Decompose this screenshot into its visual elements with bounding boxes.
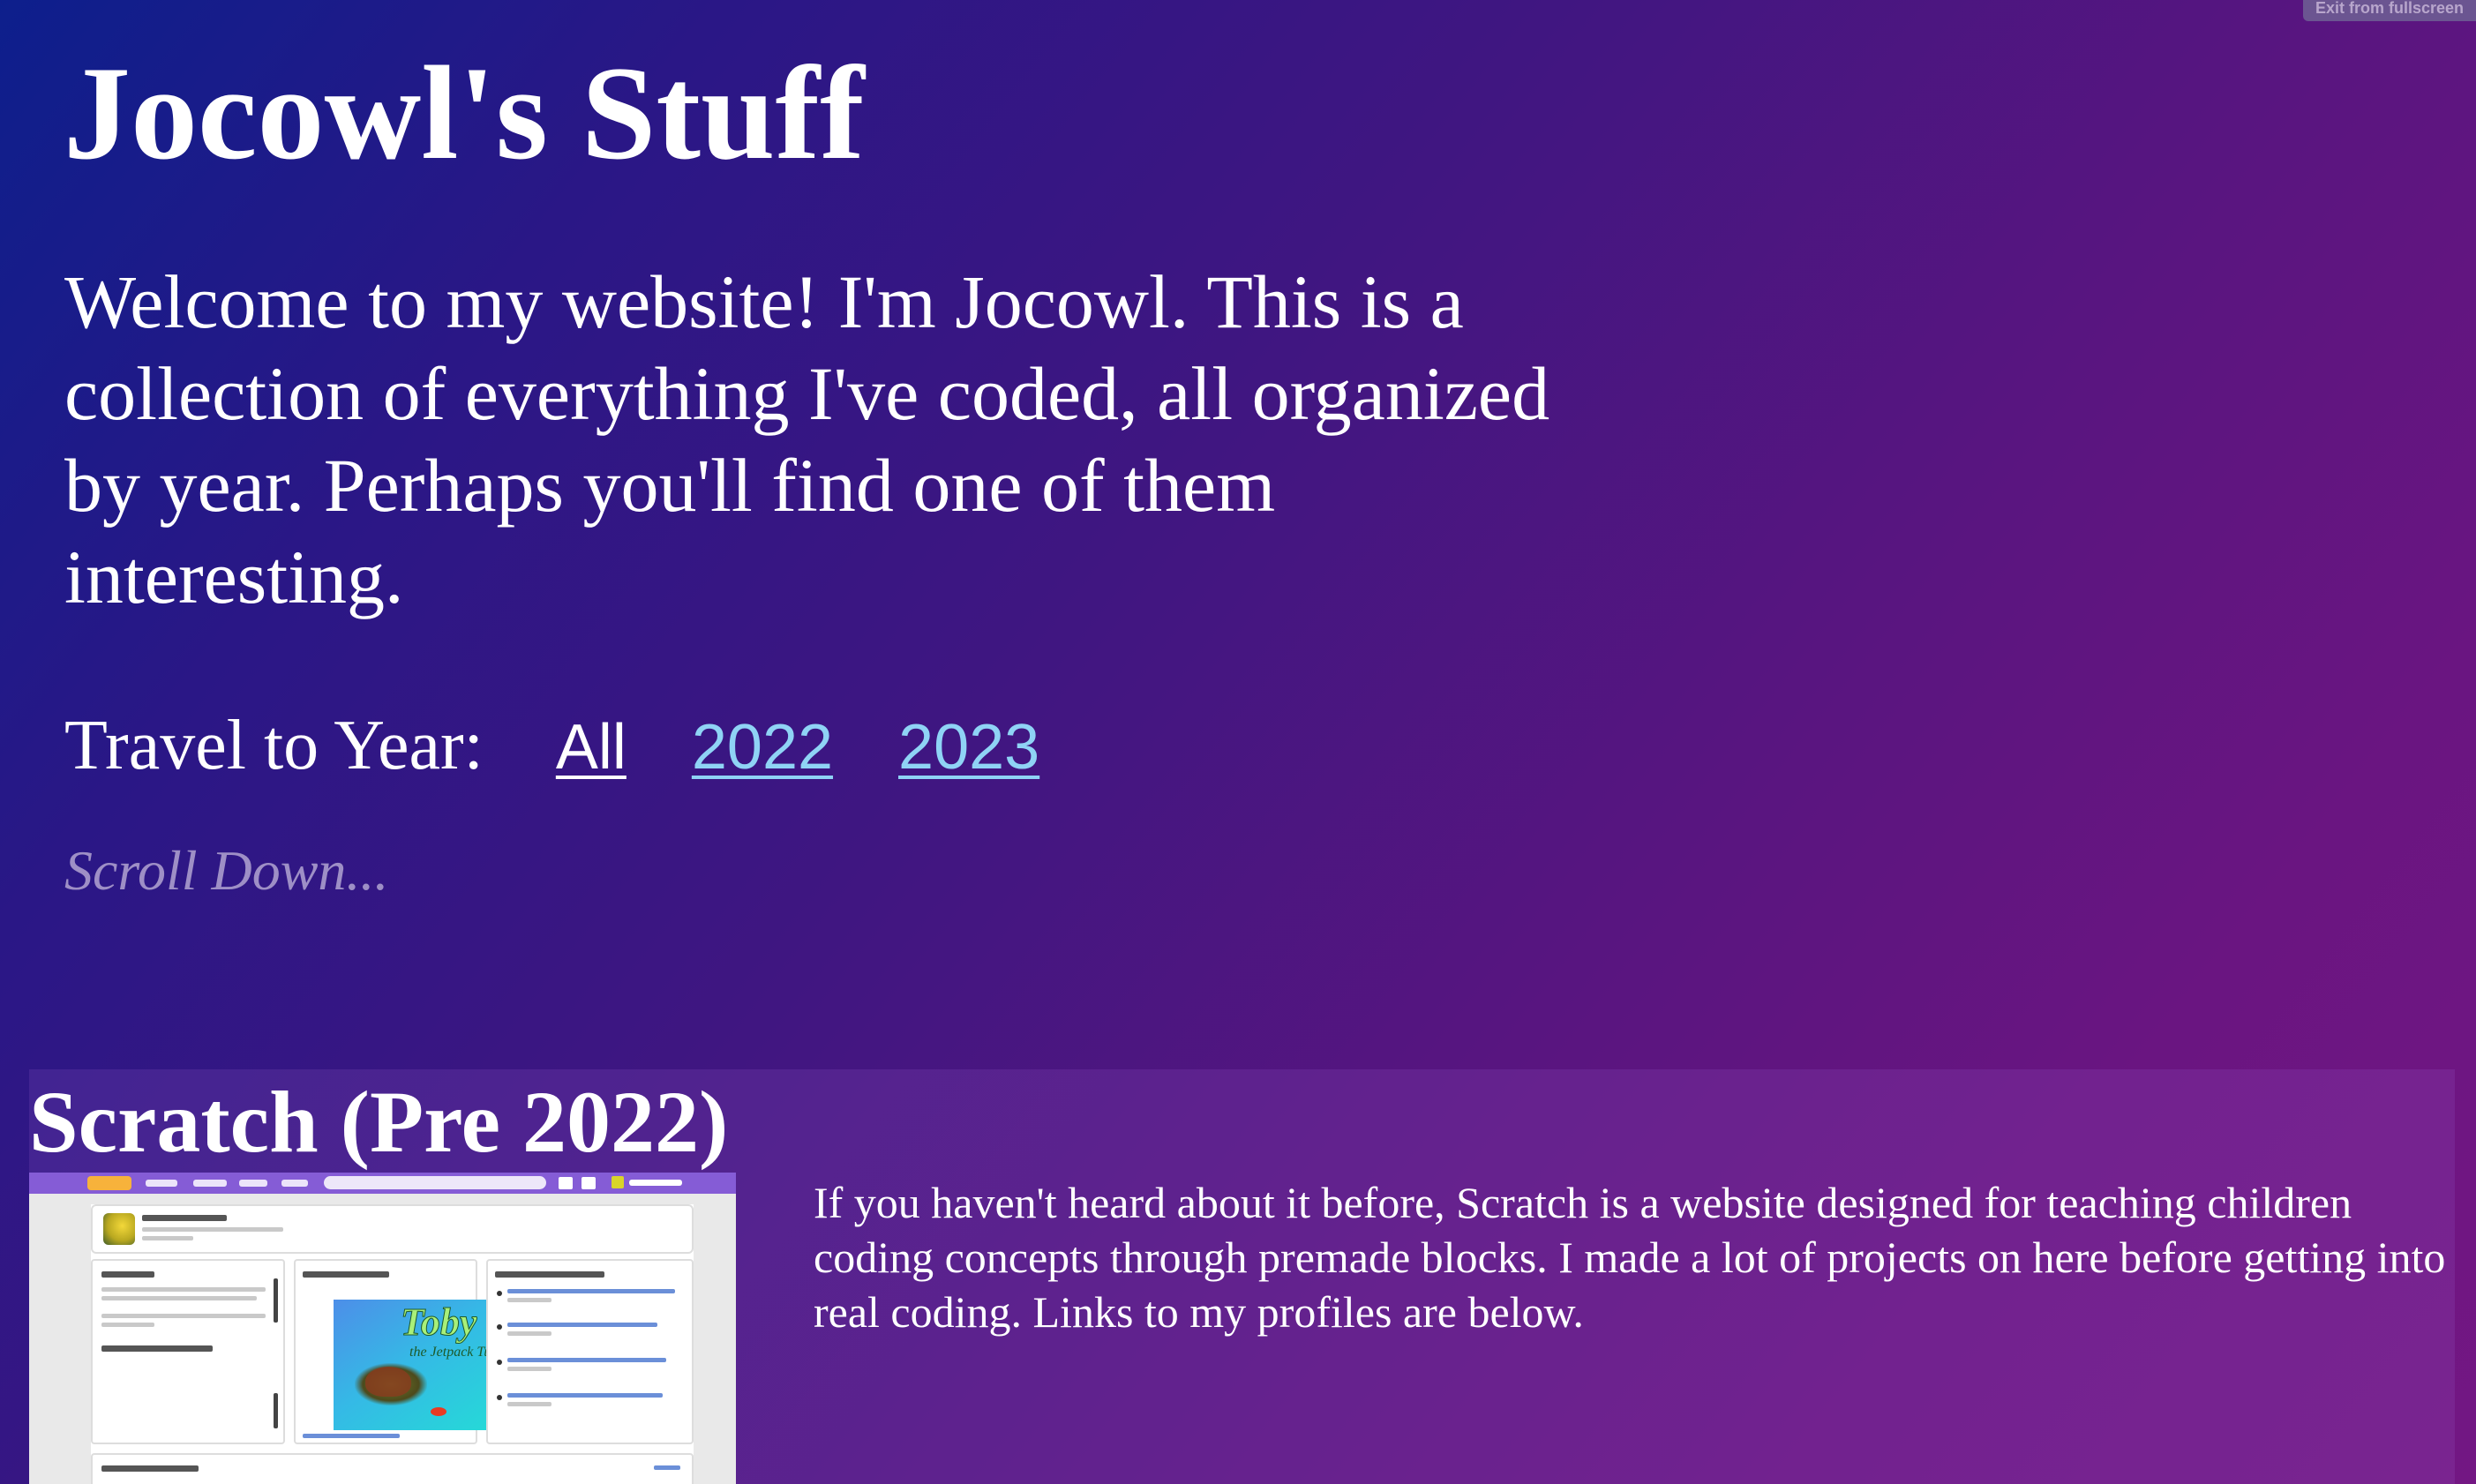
featured-title: Toby — [400, 1300, 477, 1344]
activity-line — [507, 1289, 675, 1293]
scratch-logo — [87, 1176, 131, 1190]
scrollbar — [274, 1393, 278, 1428]
year-nav: Travel to Year: All 2022 2023 — [64, 706, 1039, 786]
working-heading — [101, 1345, 213, 1352]
about-column — [91, 1259, 285, 1444]
scrollbar — [274, 1278, 278, 1323]
featured-project-image: Toby the Jetpack Turtle! — [334, 1300, 506, 1430]
scratch-nav-bar — [29, 1173, 736, 1194]
activity-heading — [495, 1271, 604, 1278]
featured-caption — [303, 1434, 400, 1438]
avatar — [611, 1176, 624, 1188]
activity-bullet — [497, 1395, 502, 1400]
activity-bullet — [497, 1291, 502, 1296]
scratch-username-menu — [629, 1180, 682, 1186]
turtle-shell — [365, 1367, 411, 1397]
section-scratch: Scratch (Pre 2022) Toby the Jetpack Turt… — [29, 1069, 2455, 1484]
scroll-hint: Scroll Down... — [64, 839, 389, 902]
section-title: Scratch (Pre 2022) — [29, 1073, 729, 1171]
year-nav-label: Travel to Year: — [64, 707, 484, 784]
scratch-search-box — [324, 1176, 546, 1189]
profile-header — [91, 1204, 694, 1254]
activity-line — [507, 1323, 657, 1327]
year-link-all[interactable]: All — [556, 711, 627, 783]
scratch-nav-item — [193, 1180, 227, 1187]
activity-time — [507, 1402, 551, 1406]
about-text-line — [101, 1314, 266, 1318]
activity-line — [507, 1393, 663, 1398]
scratch-nav-item — [146, 1180, 177, 1187]
page-title: Jocowl's Stuff — [64, 39, 865, 187]
shared-projects-row — [91, 1453, 694, 1484]
activity-bullet — [497, 1324, 502, 1330]
scratch-nav-item — [239, 1180, 267, 1187]
mystuff-icon — [581, 1177, 596, 1189]
profile-location — [142, 1236, 193, 1240]
scratch-nav-item — [281, 1180, 308, 1187]
activity-bullet — [497, 1360, 502, 1365]
scratch-profile-page: Toby the Jetpack Turtle! — [91, 1204, 694, 1484]
jetpack-flame — [431, 1407, 446, 1416]
activity-time — [507, 1298, 551, 1302]
year-link-2022[interactable]: 2022 — [692, 711, 833, 783]
profile-picture — [103, 1213, 135, 1245]
shared-heading — [101, 1465, 199, 1472]
activity-column — [486, 1259, 694, 1444]
about-text-line — [101, 1296, 257, 1300]
activity-time — [507, 1367, 551, 1371]
messages-icon — [559, 1177, 573, 1189]
view-all-link — [654, 1465, 680, 1470]
profile-username — [142, 1215, 227, 1221]
featured-heading — [303, 1271, 389, 1278]
exit-fullscreen-button[interactable]: Exit from fullscreen — [2303, 0, 2476, 21]
section-description: If you haven't heard about it before, Sc… — [814, 1178, 2446, 1337]
about-text-line — [101, 1323, 154, 1327]
activity-time — [507, 1331, 551, 1336]
intro-paragraph: Welcome to my website! I'm Jocowl. This … — [64, 259, 1550, 619]
about-text-line — [101, 1287, 266, 1292]
scratch-profile-screenshot[interactable]: Toby the Jetpack Turtle! — [29, 1173, 736, 1484]
year-link-2023[interactable]: 2023 — [898, 711, 1039, 783]
profile-meta — [142, 1227, 283, 1232]
activity-line — [507, 1358, 666, 1362]
about-heading — [101, 1271, 154, 1278]
